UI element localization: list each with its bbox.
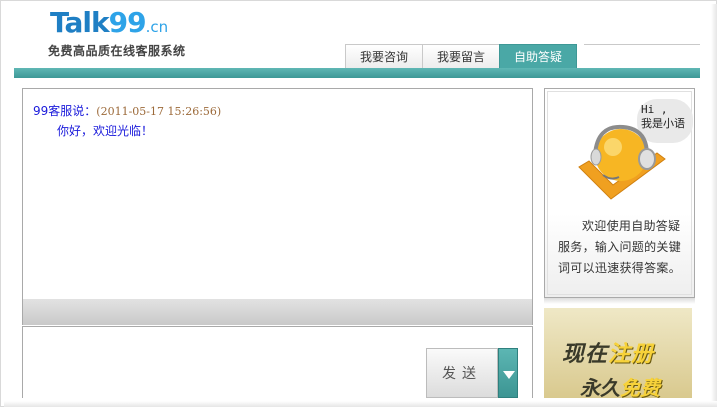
send-options-button[interactable]: [498, 348, 518, 398]
chevron-down-icon: [503, 371, 515, 379]
message-time: (2011-05-17 15:26:56): [96, 105, 222, 118]
ad-line-2-prefix: 永久: [580, 376, 620, 398]
tab-bar: 我要咨询 我要留言 自助答疑: [345, 44, 578, 69]
ad-line-1-highlight: 注册: [608, 342, 655, 367]
window-shadow-right: [711, 4, 717, 407]
logo-suffix: .cn: [145, 18, 169, 36]
header-accent-bar: [14, 68, 700, 78]
logo-text: Talk: [50, 6, 110, 39]
register-ad-banner[interactable]: 现在注册 永久免费: [544, 308, 692, 398]
message-header: 99客服说：(2011-05-17 15:26:56): [33, 102, 221, 119]
tab-bar-rule: [584, 44, 700, 69]
tab-leave-message[interactable]: 我要留言: [422, 44, 501, 69]
message-author: 99客服说：: [33, 104, 97, 118]
send-button-group: 发送: [426, 348, 518, 398]
mascot-icon: [578, 124, 666, 200]
tab-self-service[interactable]: 自助答疑: [499, 44, 578, 69]
logo-numbers: 99: [108, 6, 147, 39]
chat-log[interactable]: 99客服说：(2011-05-17 15:26:56) 你好，欢迎光临！: [22, 88, 533, 300]
panel-shadow: [544, 298, 695, 304]
assistant-description: 欢迎使用自助答疑服务，输入问题的关键词可以迅速获得答案。: [558, 219, 682, 275]
ad-line-1-prefix: 现在: [562, 342, 609, 367]
ad-line-2: 永久免费: [580, 372, 660, 398]
slogan: 免费高品质在线客服系统: [48, 44, 186, 58]
ad-line-2-highlight: 免费: [620, 376, 660, 398]
window-shadow-bottom: [4, 401, 717, 407]
chat-toolbar: [22, 299, 533, 325]
message-text: 你好，欢迎光临！: [57, 124, 154, 138]
ad-line-1: 现在注册: [562, 336, 654, 368]
tab-consult[interactable]: 我要咨询: [345, 44, 424, 69]
assistant-panel: Hi , 我是小语 欢迎使用自助答疑服务，输入问题的关键词可以迅速获得答案。: [544, 88, 695, 298]
send-button[interactable]: 发送: [426, 348, 498, 398]
logo: Talk99.cn: [50, 8, 168, 42]
